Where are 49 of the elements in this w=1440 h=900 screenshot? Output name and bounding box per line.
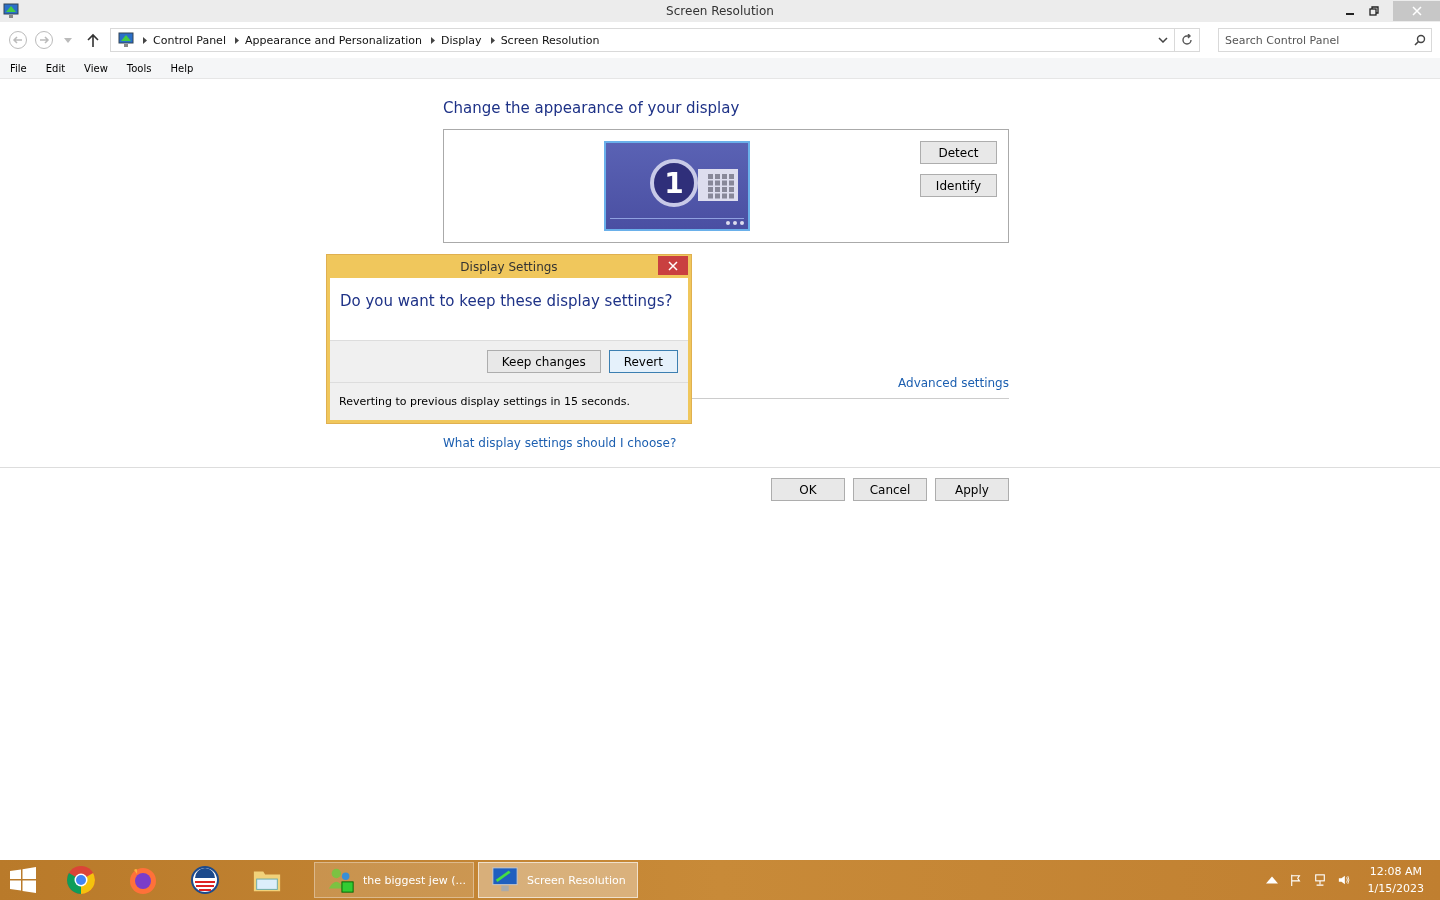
breadcrumb[interactable]: Appearance and Personalization: [244, 33, 423, 47]
monitor-tile[interactable]: 1: [604, 141, 750, 231]
menu-item[interactable]: Tools: [120, 62, 158, 74]
refresh-button[interactable]: [1175, 28, 1200, 52]
breadcrumb-arrow-icon[interactable]: [490, 36, 495, 44]
flag-icon[interactable]: [1289, 874, 1302, 886]
restore-icon[interactable]: [1369, 6, 1379, 16]
dialog-button[interactable]: Keep changes: [486, 350, 601, 373]
advanced-settings-link[interactable]: Advanced settings: [898, 376, 1009, 390]
breadcrumb-arrow-icon[interactable]: [431, 36, 436, 44]
show-hidden-icons-icon[interactable]: [1265, 874, 1278, 886]
monitor-icon: [491, 866, 519, 894]
panel-button[interactable]: Detect: [920, 141, 997, 164]
breadcrumb-arrow-icon[interactable]: [143, 36, 147, 44]
dots-icon: [726, 221, 744, 225]
countdown-text: Reverting to previous display settings in 15 seconds.: [330, 383, 688, 420]
grid-icon: [698, 169, 738, 201]
windows-logo-icon[interactable]: [10, 867, 36, 893]
close-icon: [1411, 6, 1422, 16]
dialog-button[interactable]: Apply: [935, 478, 1009, 501]
speaker-icon[interactable]: [1337, 874, 1350, 886]
page-heading: Change the appearance of your display: [443, 99, 741, 117]
close-icon: [668, 260, 678, 271]
window-title: Screen Resolution: [666, 4, 774, 18]
breadcrumb-arrow-icon[interactable]: [234, 36, 239, 44]
menu-item[interactable]: View: [78, 62, 114, 74]
dialog-button[interactable]: OK: [771, 478, 845, 501]
dialog-title: Display Settings: [460, 259, 558, 274]
up-icon[interactable]: [87, 33, 99, 47]
menu-item[interactable]: Edit: [39, 62, 72, 74]
breadcrumb[interactable]: Control Panel: [153, 33, 226, 47]
people-icon: [327, 866, 355, 894]
menu-item[interactable]: File: [4, 62, 33, 74]
breadcrumb[interactable]: Display: [441, 33, 482, 47]
dialog-button[interactable]: Cancel: [853, 478, 927, 501]
globe-icon[interactable]: [190, 865, 220, 895]
chevron-down-icon[interactable]: [1158, 37, 1168, 43]
menu-item[interactable]: Help: [164, 62, 200, 74]
display-icon: [3, 3, 19, 19]
display-icon: [118, 32, 134, 48]
help-link[interactable]: What display settings should I choose?: [443, 436, 677, 450]
chrome-icon[interactable]: [66, 865, 96, 895]
close-button[interactable]: [658, 256, 688, 275]
dialog-button[interactable]: Revert: [608, 350, 678, 373]
breadcrumb[interactable]: Screen Resolution: [500, 33, 600, 47]
network-icon[interactable]: [1313, 874, 1326, 886]
monitor-number: 1: [650, 159, 698, 207]
refresh-icon: [1181, 34, 1193, 46]
panel-button[interactable]: Identify: [920, 174, 997, 197]
